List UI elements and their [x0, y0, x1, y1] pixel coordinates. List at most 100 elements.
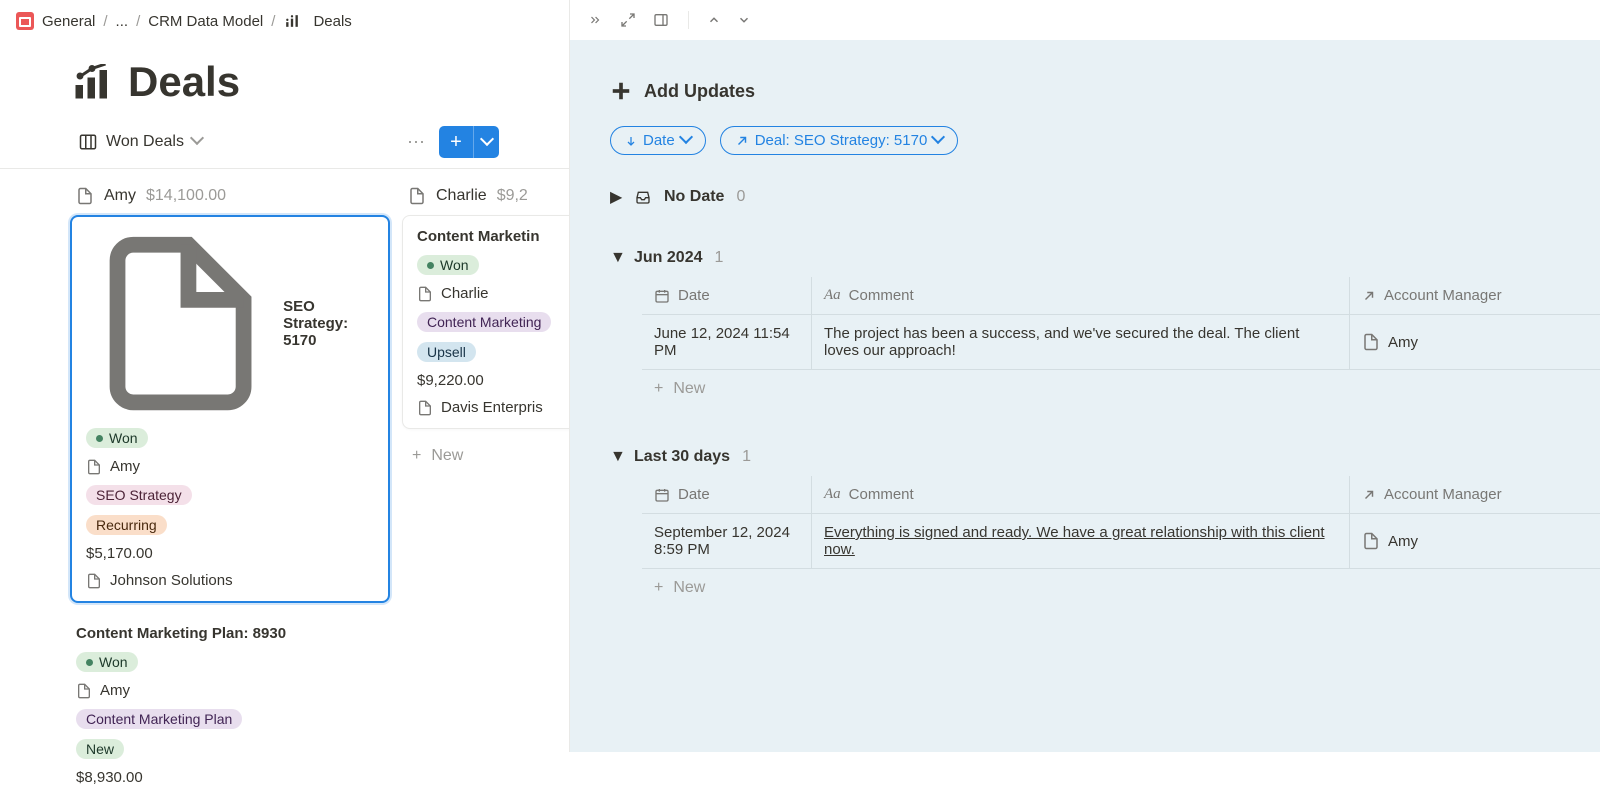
add-card-label: New [431, 447, 463, 465]
column-header[interactable]: Charlie $9,2 [402, 183, 569, 215]
add-row-label: New [673, 380, 705, 398]
add-row-button[interactable]: + New [642, 370, 1600, 408]
plus-icon: + [412, 447, 421, 465]
arrow-upright-icon [735, 134, 749, 148]
view-name-label: Won Deals [106, 133, 184, 151]
filter-pill-label: Deal: SEO Strategy: 5170 [755, 132, 928, 149]
new-button-plus[interactable]: + [439, 126, 473, 158]
updates-table: Date Aa Comment Account Manager September… [642, 476, 1600, 569]
card-owner: Charlie [441, 285, 489, 302]
page-icon [417, 286, 433, 302]
table-row[interactable]: September 12, 2024 8:59 PM Everything is… [642, 514, 1600, 569]
card-title: SEO Strategy: 5170 [283, 298, 374, 349]
group-count: 0 [736, 188, 745, 206]
card-owner: Amy [100, 682, 130, 699]
deal-card[interactable]: Content Marketin Won Charlie Content Mar… [402, 215, 569, 429]
deal-card[interactable]: Content Marketing Plan: 8930 Won Amy Con… [70, 613, 390, 798]
triangle-down-icon: ▼ [610, 249, 622, 267]
column-name: Charlie [436, 187, 487, 205]
page-icon [417, 400, 433, 416]
col-manager-header[interactable]: Account Manager [1384, 287, 1502, 304]
breadcrumb-sep: / [271, 13, 275, 30]
col-comment-header[interactable]: Comment [849, 486, 914, 503]
group-header[interactable]: ▼ Last 30 days 1 [570, 438, 1600, 476]
page-icon [86, 573, 102, 589]
page-icon [76, 187, 94, 205]
calendar-icon [654, 487, 670, 503]
group-header[interactable]: ▶ No Date 0 [570, 177, 1600, 217]
cell-date: June 12, 2024 11:54 PM [642, 315, 812, 369]
arrow-upright-icon [1362, 289, 1376, 303]
category-tag: SEO Strategy [86, 485, 192, 505]
category-tag: Content Marketing Plan [76, 709, 242, 729]
chevron-down-icon [681, 132, 691, 149]
breadcrumb-root[interactable]: General [42, 13, 95, 30]
col-date-header[interactable]: Date [678, 486, 710, 503]
cell-comment: The project has been a success, and we'v… [812, 315, 1350, 369]
breadcrumb-current[interactable]: Deals [313, 13, 351, 30]
board-column: Charlie $9,2 Content Marketin Won Charli… [402, 183, 569, 808]
next-button[interactable] [735, 11, 753, 29]
arrow-upright-icon [1362, 488, 1376, 502]
panel-toolbar [570, 0, 1600, 40]
add-row-label: New [673, 579, 705, 597]
breadcrumbs: General / ... / CRM Data Model / Deals [0, 0, 569, 42]
col-comment-header[interactable]: Comment [849, 287, 914, 304]
calendar-icon [654, 288, 670, 304]
card-title: Content Marketin [417, 228, 540, 245]
peek-mode-button[interactable] [650, 10, 672, 30]
group-count: 1 [714, 249, 723, 267]
deal-card[interactable]: SEO Strategy: 5170 Won Amy SEO Strategy … [70, 215, 390, 603]
status-tag: Won [417, 255, 479, 275]
page-title: Deals [128, 58, 240, 106]
page-icon [76, 683, 92, 699]
plus-icon: + [654, 579, 663, 597]
column-total: $9,2 [497, 187, 528, 205]
type-tag: Recurring [86, 515, 167, 535]
column-name: Amy [104, 187, 136, 205]
group-label: No Date [664, 188, 724, 206]
page-icon [408, 187, 426, 205]
breadcrumb-ellipsis[interactable]: ... [116, 13, 129, 30]
column-header[interactable]: Amy $14,100.00 [70, 183, 390, 215]
add-updates-button[interactable]: Add Updates [570, 60, 1600, 126]
add-card-button[interactable]: + New [402, 439, 569, 473]
board-column: Amy $14,100.00 SEO Strategy: 5170 Won Am… [70, 183, 390, 808]
chevron-down-icon [933, 132, 943, 149]
type-tag: New [76, 739, 124, 759]
group-label: Last 30 days [634, 448, 730, 466]
sort-pill[interactable]: Date [610, 126, 706, 155]
page-icon [86, 459, 102, 475]
new-button: + [439, 126, 499, 158]
text-icon: Aa [824, 486, 841, 503]
col-manager-header[interactable]: Account Manager [1384, 486, 1502, 503]
sort-pill-label: Date [643, 132, 675, 149]
col-date-header[interactable]: Date [678, 287, 710, 304]
cell-manager: Amy [1388, 533, 1418, 550]
card-company: Johnson Solutions [110, 572, 233, 589]
board: Amy $14,100.00 SEO Strategy: 5170 Won Am… [0, 169, 569, 808]
filter-pill[interactable]: Deal: SEO Strategy: 5170 [720, 126, 959, 155]
group-label: Jun 2024 [634, 249, 702, 267]
add-row-button[interactable]: + New [642, 569, 1600, 607]
card-title: Content Marketing Plan: 8930 [76, 625, 286, 642]
collapse-button[interactable] [584, 11, 606, 29]
breadcrumb-sep: / [103, 13, 107, 30]
expand-icon[interactable] [618, 10, 638, 30]
more-options-button[interactable]: ⋯ [401, 128, 431, 157]
category-tag: Content Marketing [417, 312, 551, 332]
view-selector[interactable]: Won Deals [78, 133, 202, 151]
updates-table: Date Aa Comment Account Manager June 12, … [642, 277, 1600, 370]
breadcrumb-sep: / [136, 13, 140, 30]
group-header[interactable]: ▼ Jun 2024 1 [570, 239, 1600, 277]
triangle-right-icon: ▶ [610, 187, 622, 207]
page-icon [86, 229, 275, 418]
card-amount: $9,220.00 [417, 372, 569, 389]
table-row[interactable]: June 12, 2024 11:54 PM The project has b… [642, 315, 1600, 370]
text-icon: Aa [824, 287, 841, 304]
column-total: $14,100.00 [146, 187, 226, 205]
status-tag: Won [86, 428, 148, 448]
prev-button[interactable] [705, 11, 723, 29]
breadcrumb-parent[interactable]: CRM Data Model [148, 13, 263, 30]
new-button-dropdown[interactable] [473, 126, 499, 158]
